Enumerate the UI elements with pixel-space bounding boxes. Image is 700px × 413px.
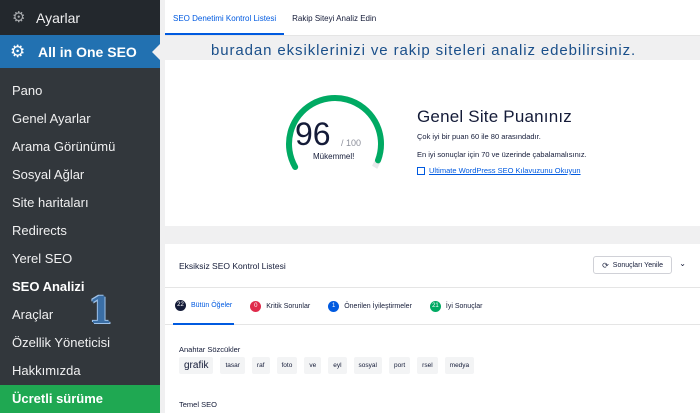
checklist-title: Eksiksiz SEO Kontrol Listesi bbox=[179, 260, 286, 271]
chevron-down-icon[interactable]: ⌄ bbox=[679, 259, 686, 268]
keyword-tag: grafik bbox=[179, 357, 214, 374]
sidebar-item-search-appearance[interactable]: Arama Görünümü bbox=[0, 132, 160, 160]
sidebar-item-upgrade[interactable]: Ücretli sürüme bbox=[0, 385, 160, 413]
keyword-tag: sosyal bbox=[353, 357, 382, 374]
sidebar-item-tools[interactable]: Araçlar bbox=[0, 300, 160, 328]
checklist-filters: 22 Bütün Öğeler 0 Kritik Sorunlar 1 Öner… bbox=[165, 288, 700, 325]
count-badge: 22 bbox=[175, 299, 186, 311]
score-denominator: / 100 bbox=[341, 138, 362, 148]
score-title: Genel Site Puanınız bbox=[417, 107, 573, 126]
basic-seo-title: Temel SEO bbox=[179, 400, 217, 409]
filter-label: Kritik Sorunlar bbox=[266, 302, 311, 310]
keyword-tag: eyl bbox=[328, 357, 347, 374]
sidebar-item-settings[interactable]: ⚙ Ayarlar bbox=[0, 0, 160, 35]
score-rating: Mükemmel! bbox=[313, 152, 355, 161]
main-content: SEO Denetimi Kontrol Listesi Rakip Sitey… bbox=[165, 0, 700, 413]
refresh-results-label: Sonuçları Yenile bbox=[612, 261, 663, 269]
count-badge: 0 bbox=[250, 300, 262, 312]
settings-icon: ⚙ bbox=[12, 8, 26, 26]
keyword-tag: tasar bbox=[220, 357, 245, 374]
seo-checklist-panel: Eksiksiz SEO Kontrol Listesi ⟳ Sonuçları… bbox=[165, 244, 700, 413]
keyword-list: grafik tasar raf foto ve eyl sosyal port… bbox=[179, 357, 481, 374]
sidebar-item-about[interactable]: Hakkımızda bbox=[0, 356, 160, 384]
filter-label: Bütün Öğeler bbox=[191, 301, 233, 309]
filter-good-results[interactable]: 21 İyi Sonuçlar bbox=[428, 288, 485, 325]
sidebar-item-feature-manager[interactable]: Özellik Yöneticisi bbox=[0, 328, 160, 356]
checklist-header: Eksiksiz SEO Kontrol Listesi ⟳ Sonuçları… bbox=[165, 244, 700, 288]
annotation-number: 1 bbox=[88, 290, 114, 332]
sidebar-item-sitemaps[interactable]: Site haritaları bbox=[0, 188, 160, 216]
keyword-tag: port bbox=[388, 357, 411, 374]
site-score-panel: 96 / 100 Mükemmel! Genel Site Puanınız Ç… bbox=[165, 60, 700, 226]
keywords-title: Anahtar Sözcükler bbox=[179, 345, 241, 354]
filter-critical-issues[interactable]: 0 Kritik Sorunlar bbox=[248, 288, 312, 325]
guide-link[interactable]: Ultimate WordPress SEO Kılavuzunu Okuyun bbox=[417, 166, 581, 175]
active-notch bbox=[152, 44, 160, 60]
book-icon bbox=[417, 166, 425, 175]
sidebar-item-label: Ayarlar bbox=[36, 9, 81, 26]
count-badge: 21 bbox=[429, 300, 441, 312]
sidebar-item-label: All in One SEO bbox=[38, 43, 137, 60]
sidebar-submenu: Pano Genel Ayarlar Arama Görünümü Sosyal… bbox=[0, 68, 160, 413]
filter-label: İyi Sonuçlar bbox=[445, 302, 483, 310]
sidebar-item-general-settings[interactable]: Genel Ayarlar bbox=[0, 104, 160, 132]
annotation-caption: buradan eksiklerinizi ve rakip siteleri … bbox=[211, 42, 637, 59]
filter-all-items[interactable]: 22 Bütün Öğeler bbox=[173, 288, 235, 325]
sidebar-item-dashboard[interactable]: Pano bbox=[0, 76, 160, 104]
refresh-icon: ⟳ bbox=[602, 260, 609, 270]
tab-analyze-competitor[interactable]: Rakip Siteyi Analiz Edin bbox=[284, 0, 384, 35]
sidebar-item-local-seo[interactable]: Yerel SEO bbox=[0, 244, 160, 272]
filter-label: Önerilen İyileştirmeler bbox=[344, 302, 412, 310]
keyword-tag: raf bbox=[251, 357, 270, 374]
sidebar-item-aioseo[interactable]: ⚙ All in One SEO bbox=[0, 35, 160, 68]
keyword-tag: foto bbox=[276, 357, 298, 374]
score-description-2: En iyi sonuçlar için 70 ve üzerinde çaba… bbox=[417, 150, 587, 159]
score-value: 96 bbox=[295, 116, 331, 152]
tab-seo-audit-checklist[interactable]: SEO Denetimi Kontrol Listesi bbox=[165, 0, 285, 35]
admin-sidebar: ⚙ Ayarlar ⚙ All in One SEO Pano Genel Ay… bbox=[0, 0, 160, 413]
refresh-results-button[interactable]: ⟳ Sonuçları Yenile bbox=[593, 256, 672, 274]
keyword-tag: ve bbox=[304, 357, 322, 374]
sidebar-item-redirects[interactable]: Redirects bbox=[0, 216, 160, 244]
score-description-1: Çok iyi bir puan 60 ile 80 arasındadır. bbox=[417, 132, 541, 141]
guide-link-label: Ultimate WordPress SEO Kılavuzunu Okuyun bbox=[429, 166, 581, 175]
keyword-tag: rsel bbox=[417, 357, 438, 374]
sidebar-item-seo-analysis[interactable]: SEO Analizi bbox=[0, 272, 160, 300]
filter-recommended-improvements[interactable]: 1 Önerilen İyileştirmeler bbox=[326, 288, 414, 325]
sidebar-item-social-networks[interactable]: Sosyal Ağlar bbox=[0, 160, 160, 188]
tab-bar: SEO Denetimi Kontrol Listesi Rakip Sitey… bbox=[165, 0, 700, 36]
aioseo-gear-icon: ⚙ bbox=[10, 41, 26, 61]
keyword-tag: medya bbox=[444, 357, 475, 374]
count-badge: 1 bbox=[328, 300, 340, 312]
